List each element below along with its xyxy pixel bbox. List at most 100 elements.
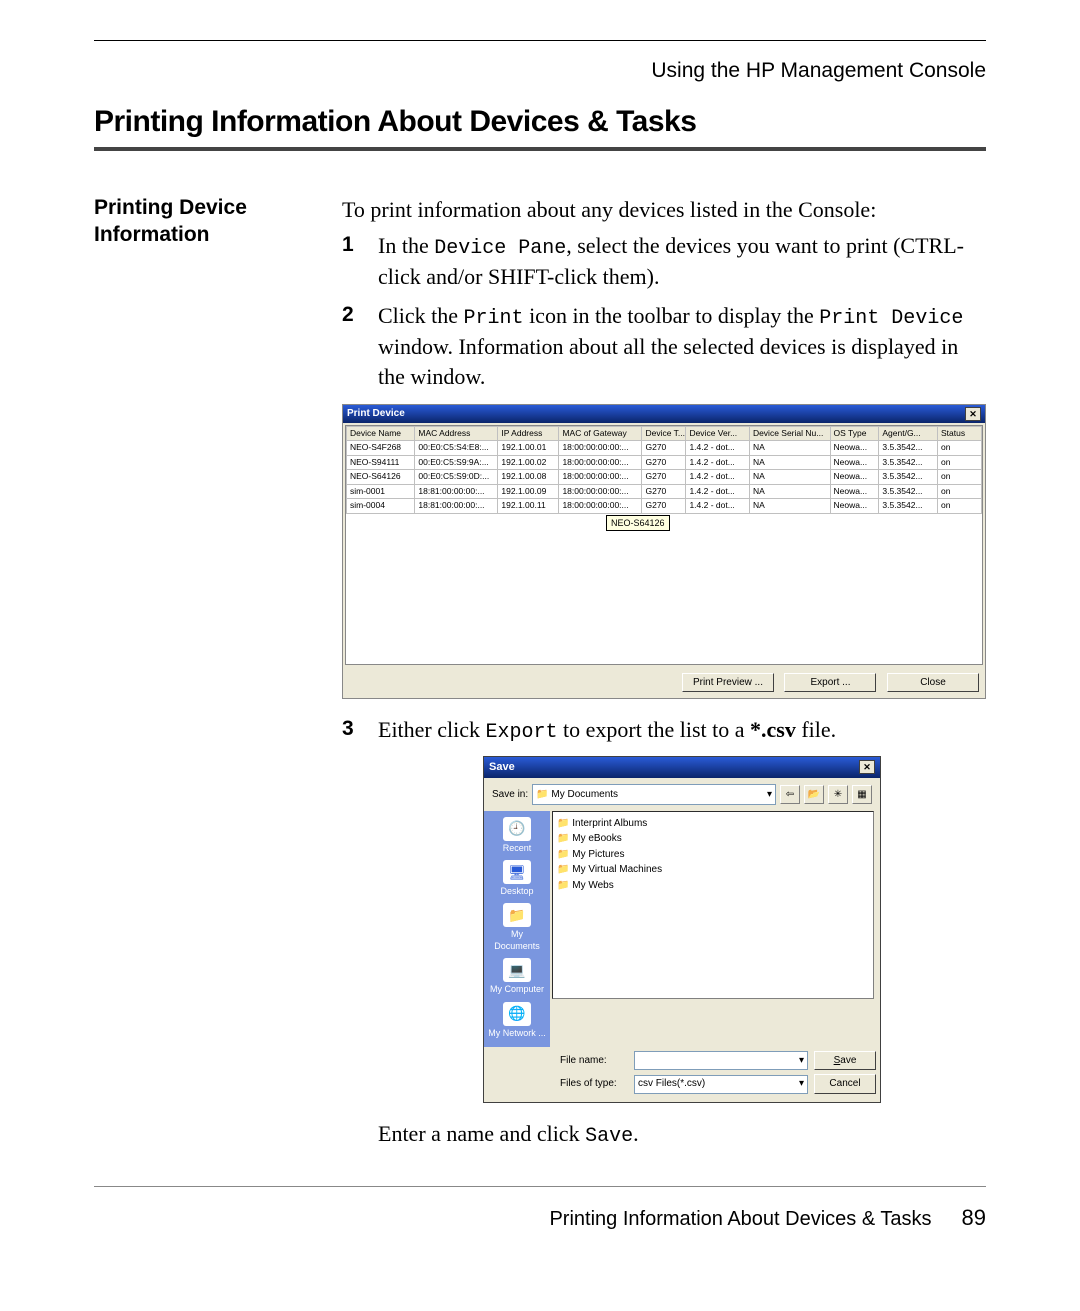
- save-in-label: Save in:: [492, 788, 528, 802]
- cell: 1.4.2 - dot...: [686, 441, 750, 455]
- cell: 1.4.2 - dot...: [686, 484, 750, 498]
- step-num: 1: [342, 231, 354, 259]
- list-item[interactable]: My Virtual Machines: [557, 862, 869, 878]
- cell: NA: [749, 499, 830, 513]
- text: Either click: [378, 717, 486, 742]
- table-row[interactable]: sim-000418:81:00:00:00:...192.1.00.1118:…: [347, 499, 982, 513]
- save-button[interactable]: SSaveave: [814, 1051, 876, 1071]
- col-agent[interactable]: Agent/G...: [879, 426, 938, 440]
- save-in-value: My Documents: [551, 789, 618, 800]
- cell: G270: [642, 499, 686, 513]
- col-gateway[interactable]: MAC of Gateway: [559, 426, 642, 440]
- cell: NEO-S94111: [347, 455, 415, 469]
- list-item[interactable]: My eBooks: [557, 831, 869, 847]
- cancel-button[interactable]: Cancel: [814, 1074, 876, 1094]
- print-device-window: Print Device ✕ Device Name: [343, 405, 985, 698]
- place-icon: 🖥: [503, 860, 531, 884]
- file-list[interactable]: Interprint AlbumsMy eBooksMy PicturesMy …: [552, 811, 874, 999]
- close-button[interactable]: Close: [887, 673, 979, 693]
- table-row[interactable]: sim-000118:81:00:00:00:...192.1.00.0918:…: [347, 484, 982, 498]
- file-type-select[interactable]: csv Files(*.csv)▾: [634, 1075, 808, 1094]
- table-row[interactable]: NEO-S9411100:E0:C5:S9:9A:...192.1.00.02 1…: [347, 455, 982, 469]
- places-item[interactable]: 🕘Recent: [488, 815, 546, 858]
- col-serial[interactable]: Device Serial Nu...: [749, 426, 830, 440]
- text: Click the: [378, 303, 464, 328]
- col-device-name[interactable]: Device Name: [347, 426, 415, 440]
- cell: 3.5.3542...: [879, 455, 938, 469]
- cell: G270: [642, 455, 686, 469]
- tooltip: NEO-S64126: [606, 515, 670, 531]
- file-name-input[interactable]: ▾: [634, 1051, 808, 1070]
- close-icon[interactable]: ✕: [965, 407, 981, 421]
- closing-text: Enter a name and click: [378, 1121, 585, 1146]
- cell: NA: [749, 441, 830, 455]
- cell: 3.5.3542...: [879, 470, 938, 484]
- list-item[interactable]: My Pictures: [557, 847, 869, 863]
- new-folder-icon[interactable]: ✳: [828, 785, 848, 804]
- cell: 18:81:00:00:00:...: [415, 484, 498, 498]
- cell: 192.1.00.08: [498, 470, 559, 484]
- up-icon[interactable]: 📂: [804, 785, 824, 804]
- col-status[interactable]: Status: [937, 426, 981, 440]
- cell: 1.4.2 - dot...: [686, 455, 750, 469]
- cell: 18:00:00:00:00:...: [559, 470, 642, 484]
- col-mac[interactable]: MAC Address: [415, 426, 498, 440]
- place-icon: 💻: [503, 958, 531, 982]
- cell: 3.5.3542...: [879, 499, 938, 513]
- cell: 18:00:00:00:00:...: [559, 441, 642, 455]
- back-icon[interactable]: ⇦: [780, 785, 800, 804]
- list-item[interactable]: Interprint Albums: [557, 816, 869, 832]
- col-os[interactable]: OS Type: [830, 426, 879, 440]
- file-type-label: Files of type:: [560, 1077, 628, 1091]
- text: icon in the toolbar to display the: [524, 303, 820, 328]
- place-icon: 📁: [503, 903, 531, 927]
- save-in-select[interactable]: 📁 My Documents ▾: [532, 784, 776, 805]
- text: .: [633, 1121, 639, 1146]
- col-device-type[interactable]: Device T...: [642, 426, 686, 440]
- cell: on: [937, 441, 981, 455]
- print-code: Print: [464, 307, 524, 330]
- cell: 00:E0:C5:S9:9A:...: [415, 455, 498, 469]
- cell: 192.1.00.01: [498, 441, 559, 455]
- device-pane-code: Device Pane: [434, 237, 566, 260]
- cell: 192.1.00.02: [498, 455, 559, 469]
- cell: NA: [749, 484, 830, 498]
- page-title: Printing Information About Devices & Tas…: [94, 105, 986, 139]
- export-code: Export: [486, 721, 558, 744]
- step-num: 3: [342, 715, 354, 743]
- cell: Neowa...: [830, 455, 879, 469]
- device-table: Device Name MAC Address IP Address MAC o…: [346, 426, 982, 514]
- cell: on: [937, 470, 981, 484]
- list-item[interactable]: My Webs: [557, 878, 869, 894]
- save-code: Save: [585, 1125, 633, 1148]
- cell: 00:E0:C5:S9:0D:...: [415, 470, 498, 484]
- table-row[interactable]: NEO-S4F26800:E0:C5:S4:E8:...192.1.00.011…: [347, 441, 982, 455]
- place-icon: 🌐: [503, 1002, 531, 1026]
- step-1: 1 In the Device Pane, select the devices…: [342, 231, 986, 292]
- places-item[interactable]: 🌐My Network ...: [488, 1000, 546, 1043]
- cell: Neowa...: [830, 441, 879, 455]
- cell: 18:00:00:00:00:...: [559, 484, 642, 498]
- cell: Neowa...: [830, 499, 879, 513]
- close-icon[interactable]: ✕: [859, 760, 875, 774]
- print-preview-button[interactable]: Print Preview ...: [682, 673, 774, 693]
- places-item[interactable]: 💻My Computer: [488, 956, 546, 999]
- cell: 1.4.2 - dot...: [686, 470, 750, 484]
- export-button[interactable]: Export ...: [784, 673, 876, 693]
- col-device-ver[interactable]: Device Ver...: [686, 426, 750, 440]
- print-device-code: Print Device: [819, 307, 963, 330]
- cell: NA: [749, 470, 830, 484]
- cell: NA: [749, 455, 830, 469]
- cell: 18:00:00:00:00:...: [559, 499, 642, 513]
- col-ip[interactable]: IP Address: [498, 426, 559, 440]
- window-title: Print Device: [347, 407, 405, 421]
- table-row[interactable]: NEO-S6412600:E0:C5:S9:0D:...192.1.00.081…: [347, 470, 982, 484]
- places-item[interactable]: 📁My Documents: [488, 901, 546, 956]
- cell: NEO-S4F268: [347, 441, 415, 455]
- step-2: 2 Click the Print icon in the toolbar to…: [342, 301, 986, 391]
- chevron-down-icon: ▾: [799, 1077, 804, 1091]
- save-dialog: Save ✕ Save in: 📁 My Documents ▾ ⇦ 📂 ✳ ▦: [483, 756, 881, 1103]
- views-icon[interactable]: ▦: [852, 785, 872, 804]
- chevron-down-icon: ▾: [767, 788, 772, 802]
- places-item[interactable]: 🖥Desktop: [488, 858, 546, 901]
